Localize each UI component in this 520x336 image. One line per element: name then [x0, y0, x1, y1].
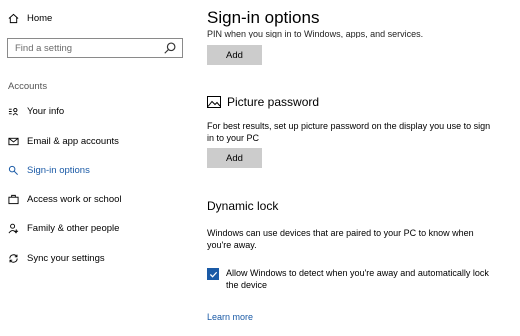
picture-icon [207, 96, 221, 108]
sidebar-item-family-other-people[interactable]: Family & other people [0, 222, 190, 234]
sidebar-item-home[interactable]: Home [0, 12, 190, 24]
home-icon [7, 12, 19, 24]
dynamic-lock-checkbox-row[interactable]: Allow Windows to detect when you're away… [207, 267, 496, 291]
dynamic-lock-checkbox[interactable] [207, 268, 219, 280]
picture-password-description: For best results, set up picture passwor… [207, 121, 491, 143]
people-icon [7, 222, 19, 234]
sidebar-item-sync-settings[interactable]: Sync your settings [0, 252, 190, 264]
pin-description-partial: PIN when you sign in to Windows, apps, a… [207, 30, 424, 38]
dynamic-lock-title: Dynamic lock [207, 199, 279, 213]
picture-password-header: Picture password [207, 95, 319, 109]
dynamic-lock-description: Windows can use devices that are paired … [207, 228, 474, 250]
dynamic-lock-checkbox-label[interactable]: Allow Windows to detect when you're away… [226, 267, 496, 291]
sidebar-item-sign-in-options[interactable]: Sign-in options [0, 164, 190, 176]
sidebar: Home Accounts Your info Email & app acco… [0, 0, 190, 336]
sidebar-item-email-app-accounts[interactable]: Email & app accounts [0, 135, 190, 147]
sidebar-item-access-work-school[interactable]: Access work or school [0, 193, 190, 205]
picture-password-title: Picture password [227, 95, 320, 109]
picture-password-add-button[interactable]: Add [207, 148, 262, 168]
sidebar-item-label: Home [27, 12, 53, 24]
sidebar-item-label: Your info [27, 105, 65, 117]
key-icon [7, 164, 19, 176]
section-label-accounts: Accounts [8, 81, 48, 92]
sidebar-item-label: Sign-in options [27, 164, 90, 176]
sidebar-item-label: Email & app accounts [27, 135, 119, 147]
pin-add-button[interactable]: Add [207, 45, 262, 65]
learn-more-link[interactable]: Learn more [207, 312, 253, 322]
user-card-icon [7, 105, 19, 117]
sidebar-item-your-info[interactable]: Your info [0, 105, 190, 117]
sidebar-item-label: Access work or school [27, 193, 122, 205]
sidebar-item-label: Family & other people [27, 222, 120, 234]
sync-icon [7, 252, 19, 264]
main-content: Sign-in options PIN when you sign in to … [190, 0, 520, 336]
page-title: Sign-in options [207, 8, 320, 27]
search-box[interactable] [7, 38, 183, 58]
envelope-icon [7, 135, 19, 147]
search-input[interactable] [8, 42, 163, 54]
sidebar-item-label: Sync your settings [27, 252, 105, 264]
search-icon[interactable] [163, 41, 177, 55]
briefcase-icon [7, 193, 19, 205]
